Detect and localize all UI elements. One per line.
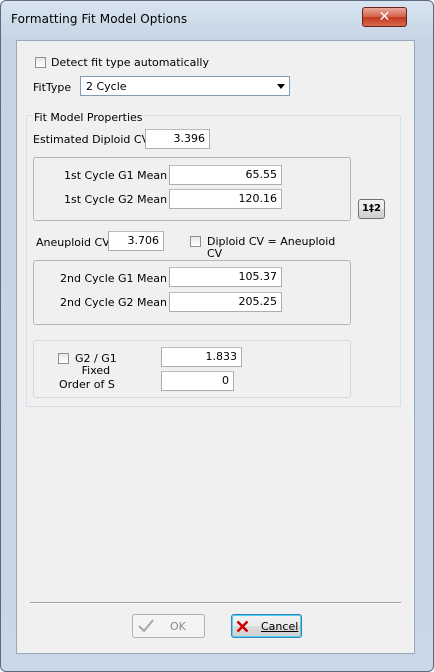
swap-icon: 1‡2 <box>362 203 381 214</box>
diploid-cv-label: Estimated Diploid CV <box>33 133 150 146</box>
fit-type-select[interactable]: 2 Cycle <box>80 76 290 96</box>
cycle1-g1-label: 1st Cycle G1 Mean <box>64 169 168 182</box>
g2-g1-input[interactable]: 1.833 <box>161 347 242 367</box>
fit-type-label: FitType <box>33 81 72 94</box>
fit-model-properties-label: Fit Model Properties <box>33 111 144 124</box>
fit-type-value: 2 Cycle <box>86 80 127 93</box>
cancel-x-icon <box>236 620 249 633</box>
button-separator <box>30 602 401 604</box>
swap-cycles-button[interactable]: 1‡2 <box>358 199 385 219</box>
diploid-cv-input[interactable]: 3.396 <box>145 129 210 149</box>
g2-g1-label-line2: Fixed <box>81 364 111 377</box>
close-icon: ✕ <box>378 9 391 25</box>
g2-g1-fixed-label: G2 / G1 Fixed <box>75 353 117 377</box>
diploid-equals-aneuploid-checkbox[interactable] <box>190 236 201 247</box>
cycle1-g2-input[interactable]: 120.16 <box>169 189 282 209</box>
order-of-s-input[interactable]: 0 <box>161 371 234 391</box>
detect-fit-checkbox[interactable] <box>35 57 46 68</box>
cancel-button-label: Cancel <box>261 620 299 633</box>
cycle1-g2-label: 1st Cycle G2 Mean <box>64 193 168 206</box>
checkmark-icon <box>138 619 154 633</box>
cycle2-g1-label: 2nd Cycle G1 Mean <box>60 272 167 285</box>
diploid-equals-aneuploid-label-line1: Diploid CV = Aneuploid <box>207 235 336 248</box>
window-title: Formatting Fit Model Options <box>11 12 188 26</box>
chevron-down-icon <box>277 84 285 89</box>
diploid-equals-aneuploid-label: Diploid CV = Aneuploid CV <box>207 236 335 260</box>
cycle1-g1-input[interactable]: 65.55 <box>169 165 282 185</box>
g2-g1-fixed-checkbox[interactable] <box>58 353 69 364</box>
ok-button[interactable]: OK <box>132 614 205 638</box>
cycle2-g2-input[interactable]: 205.25 <box>169 292 282 312</box>
cycle2-g1-input[interactable]: 105.37 <box>169 267 282 287</box>
aneuploid-cv-input[interactable]: 3.706 <box>108 231 164 251</box>
aneuploid-cv-label: Aneuploid CV <box>36 236 110 249</box>
close-button[interactable]: ✕ <box>362 7 407 27</box>
detect-fit-label: Detect fit type automatically <box>51 56 209 69</box>
ok-button-label: OK <box>170 620 186 633</box>
cycle2-g2-label: 2nd Cycle G2 Mean <box>60 296 167 309</box>
diploid-equals-aneuploid-label-line2: CV <box>207 247 223 260</box>
cancel-button[interactable]: Cancel <box>231 614 302 638</box>
order-of-s-label: Order of S <box>59 378 115 391</box>
